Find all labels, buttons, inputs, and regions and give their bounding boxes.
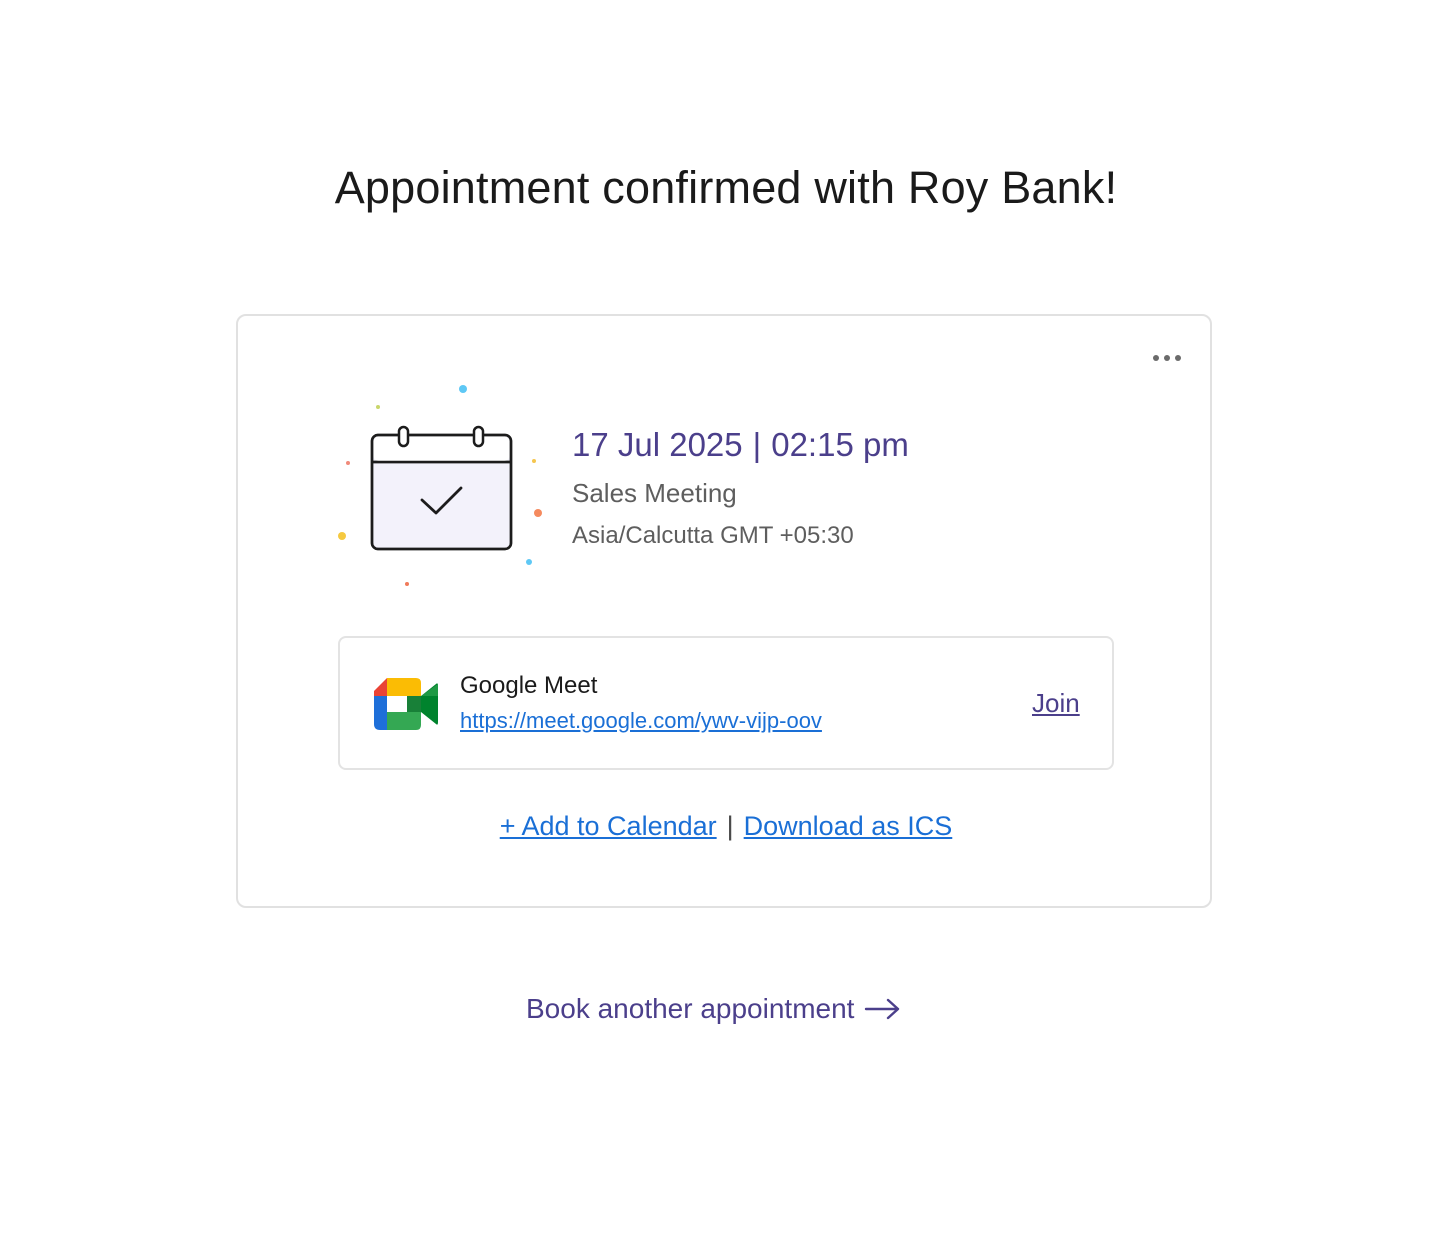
meeting-link-box (338, 636, 1114, 770)
book-another-label: Book another appointment (526, 993, 855, 1024)
arrow-right-icon (865, 998, 900, 1020)
meeting-url-link[interactable]: https://meet.google.com/ywv-vijp-oov (460, 704, 822, 738)
more-options-button[interactable] (1148, 338, 1186, 378)
calendar-actions-divider: | (726, 811, 734, 841)
google-meet-icon (374, 678, 438, 730)
add-to-calendar-link[interactable]: + Add to Calendar (500, 811, 717, 841)
calendar-check-icon (338, 385, 542, 586)
appointment-datetime: 17 Jul 2025 | 02:15 pm (572, 420, 909, 470)
appointment-time: 02:15 pm (771, 426, 909, 463)
book-another-appointment-link[interactable]: Book another appointment (526, 988, 902, 1030)
timezone: Asia/Calcutta GMT +05:30 (572, 522, 854, 549)
more-horizontal-icon (1153, 355, 1181, 361)
page-title: Appointment confirmed with Roy Bank! (334, 162, 1118, 213)
datetime-separator: | (752, 426, 762, 463)
calendar-actions: + Add to Calendar | Download as ICS (0, 806, 1438, 846)
appointment-date: 17 Jul 2025 (572, 426, 743, 463)
meeting-provider-name: Google Meet (460, 672, 598, 699)
meeting-name: Sales Meeting (572, 478, 737, 508)
join-meeting-link[interactable]: Join (1032, 684, 1080, 722)
appointment-details: 17 Jul 2025 | 02:15 pm Sales Meeting Asia/… (572, 420, 909, 554)
download-ics-link[interactable]: Download as ICS (744, 811, 953, 841)
